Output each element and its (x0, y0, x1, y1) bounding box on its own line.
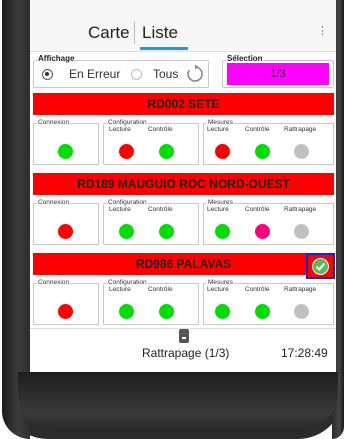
connexion-legend: Connexion (37, 119, 71, 127)
status-dot-conf-lecture (119, 304, 134, 319)
status-dot-conf-controle (159, 304, 174, 319)
status-dot-mes-rattrapage (294, 304, 309, 319)
conf-lecture-label: Lecture (109, 286, 131, 293)
selection-group: Sélection 1/3 (222, 54, 334, 88)
app-screen: Carte Liste ⋮ Affichage En Erreur Tous S… (30, 0, 336, 372)
affichage-legend: Affichage (37, 54, 76, 63)
conf-lecture-label: Lecture (109, 126, 131, 133)
radio-label-tous[interactable]: Tous (153, 67, 178, 81)
status-dot-connexion (58, 144, 73, 159)
selection-legend: Sélection (226, 54, 264, 63)
radio-tous[interactable] (131, 69, 142, 80)
more-vert-icon[interactable]: ⋮ (317, 24, 328, 37)
status-dot-connexion (58, 304, 73, 319)
phone-chin (18, 372, 338, 432)
status-dot-conf-controle (159, 224, 174, 239)
status-dot-mes-controle (255, 224, 270, 239)
status-dot-mes-controle (255, 144, 270, 159)
tab-bar: Carte Liste ⋮ (30, 0, 336, 52)
status-dot-mes-rattrapage (294, 224, 309, 239)
station-header[interactable]: RD189 MAUGUIO ROC NORD-OUEST (33, 173, 334, 195)
status-dot-mes-lecture (215, 224, 230, 239)
conf-controle-label: Contrôle (148, 206, 173, 213)
conf-lecture-label: Lecture (109, 206, 131, 213)
configuration-group: Configuration Lecture Contrôle (103, 199, 199, 245)
mes-lecture-label: Lecture (207, 286, 229, 293)
status-dot-conf-controle (159, 144, 174, 159)
connexion-legend: Connexion (37, 199, 71, 207)
conf-controle-label: Contrôle (148, 126, 173, 133)
mes-lecture-label: Lecture (207, 126, 229, 133)
conf-controle-label: Contrôle (148, 286, 173, 293)
status-dot-mes-rattrapage (294, 144, 309, 159)
mesures-group: Mesures Lecture Contrôle Rattrapage (203, 119, 334, 165)
mes-lecture-label: Lecture (207, 206, 229, 213)
tab-liste[interactable]: Liste (142, 20, 178, 48)
mes-rattrapage-label: Rattrapage (284, 286, 317, 293)
configuration-group: Configuration Lecture Contrôle (103, 279, 199, 325)
mes-controle-label: Contrôle (245, 206, 270, 213)
check-icon (312, 258, 329, 275)
drag-handle-icon[interactable] (179, 329, 189, 343)
tab-separator (134, 22, 135, 44)
status-dot-mes-controle (255, 304, 270, 319)
station-header[interactable]: RD002 SETE (33, 93, 334, 115)
connexion-group: Connexion (33, 279, 99, 325)
mes-controle-label: Contrôle (245, 286, 270, 293)
tab-carte[interactable]: Carte (88, 20, 130, 48)
connexion-legend: Connexion (37, 279, 71, 287)
affichage-group: Affichage En Erreur Tous (33, 54, 209, 88)
mes-rattrapage-label: Rattrapage (284, 206, 317, 213)
refresh-icon[interactable] (186, 64, 204, 84)
mesures-group: Mesures Lecture Contrôle Rattrapage (203, 199, 334, 245)
radio-en-erreur[interactable] (42, 69, 53, 80)
mes-controle-label: Contrôle (245, 126, 270, 133)
station-header[interactable]: RD986 PALAVAS (33, 253, 334, 275)
station-select-checkbox[interactable] (306, 253, 335, 279)
mesures-group: Mesures Lecture Contrôle Rattrapage (203, 279, 334, 325)
mes-rattrapage-label: Rattrapage (284, 126, 317, 133)
connexion-group: Connexion (33, 119, 99, 165)
radio-label-en-erreur[interactable]: En Erreur (69, 67, 120, 81)
status-dot-conf-lecture (119, 224, 134, 239)
footer-time: 17:28:49 (281, 346, 328, 360)
connexion-group: Connexion (33, 199, 99, 245)
footer-status: Rattrapage (1/3) (142, 346, 230, 360)
status-dot-mes-lecture (215, 144, 230, 159)
selection-counter[interactable]: 1/3 (227, 63, 329, 85)
status-dot-connexion (58, 224, 73, 239)
status-dot-mes-lecture (215, 304, 230, 319)
status-dot-conf-lecture (119, 144, 134, 159)
device-frame: Carte Liste ⋮ Affichage En Erreur Tous S… (0, 0, 346, 439)
configuration-group: Configuration Lecture Contrôle (103, 119, 199, 165)
active-tab-indicator (140, 47, 188, 50)
